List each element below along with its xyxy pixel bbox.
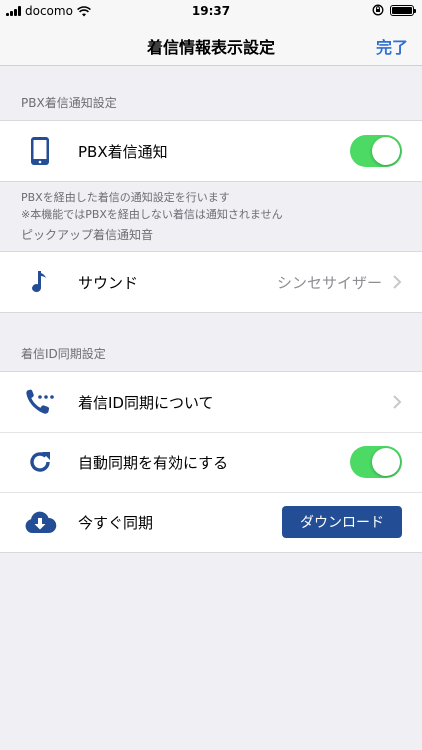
sound-row[interactable]: サウンド シンセサイザー (0, 252, 422, 312)
pbx-group: PBX着信通知 (0, 120, 422, 182)
auto-sync-row: 自動同期を有効にする (0, 432, 422, 492)
section-header-sync: 着信ID同期設定 (21, 347, 106, 361)
done-button[interactable]: 完了 (376, 34, 408, 58)
phone-dots-icon (22, 384, 58, 420)
sync-about-label: 着信ID同期について (78, 393, 214, 412)
page-title: 着信情報表示設定 (146, 38, 275, 57)
music-note-icon (22, 264, 58, 300)
rotation-lock-icon (372, 4, 384, 16)
status-right (372, 4, 416, 16)
status-time: 19:37 (191, 4, 231, 18)
sound-value: シンセサイザー (276, 273, 382, 292)
battery-icon (390, 4, 416, 16)
chevron-right-icon (393, 275, 402, 289)
pickup-group: サウンド シンセサイザー (0, 251, 422, 313)
toggle-knob (372, 448, 400, 476)
pbx-footer-line2: ※本機能ではPBXを経由しない着信は通知されません (21, 208, 283, 221)
pbx-footer-line1: PBXを経由した着信の通知設定を行います (21, 191, 230, 204)
sync-now-row: 今すぐ同期 ダウンロード (0, 492, 422, 552)
cloud-download-icon (22, 504, 58, 540)
auto-sync-label: 自動同期を有効にする (78, 453, 229, 472)
chevron-right-icon (393, 395, 402, 409)
section-footer-pbx: PBXを経由した着信の通知設定を行います ※本機能ではPBXを経由しない着信は通… (0, 182, 422, 223)
download-button[interactable]: ダウンロード (282, 506, 402, 538)
pbx-notification-label: PBX着信通知 (78, 142, 168, 161)
sound-label: サウンド (78, 273, 139, 292)
refresh-icon (22, 444, 58, 480)
pbx-notification-toggle[interactable] (350, 135, 402, 167)
sync-now-label: 今すぐ同期 (78, 513, 154, 532)
section-header-pickup: ピックアップ着信通知音 (21, 228, 154, 242)
sync-group: 着信ID同期について 自動同期を有効にする 今すぐ同期 ダウンロード (0, 371, 422, 553)
sync-about-row[interactable]: 着信ID同期について (0, 372, 422, 432)
section-header-pbx: PBX着信通知設定 (21, 96, 117, 110)
smartphone-icon (22, 133, 58, 169)
toggle-knob (372, 137, 400, 165)
status-bar: docomo 19:37 (0, 0, 422, 22)
pbx-notification-row: PBX着信通知 (0, 121, 422, 181)
nav-bar: 着信情報表示設定 完了 (0, 22, 422, 66)
auto-sync-toggle[interactable] (350, 446, 402, 478)
